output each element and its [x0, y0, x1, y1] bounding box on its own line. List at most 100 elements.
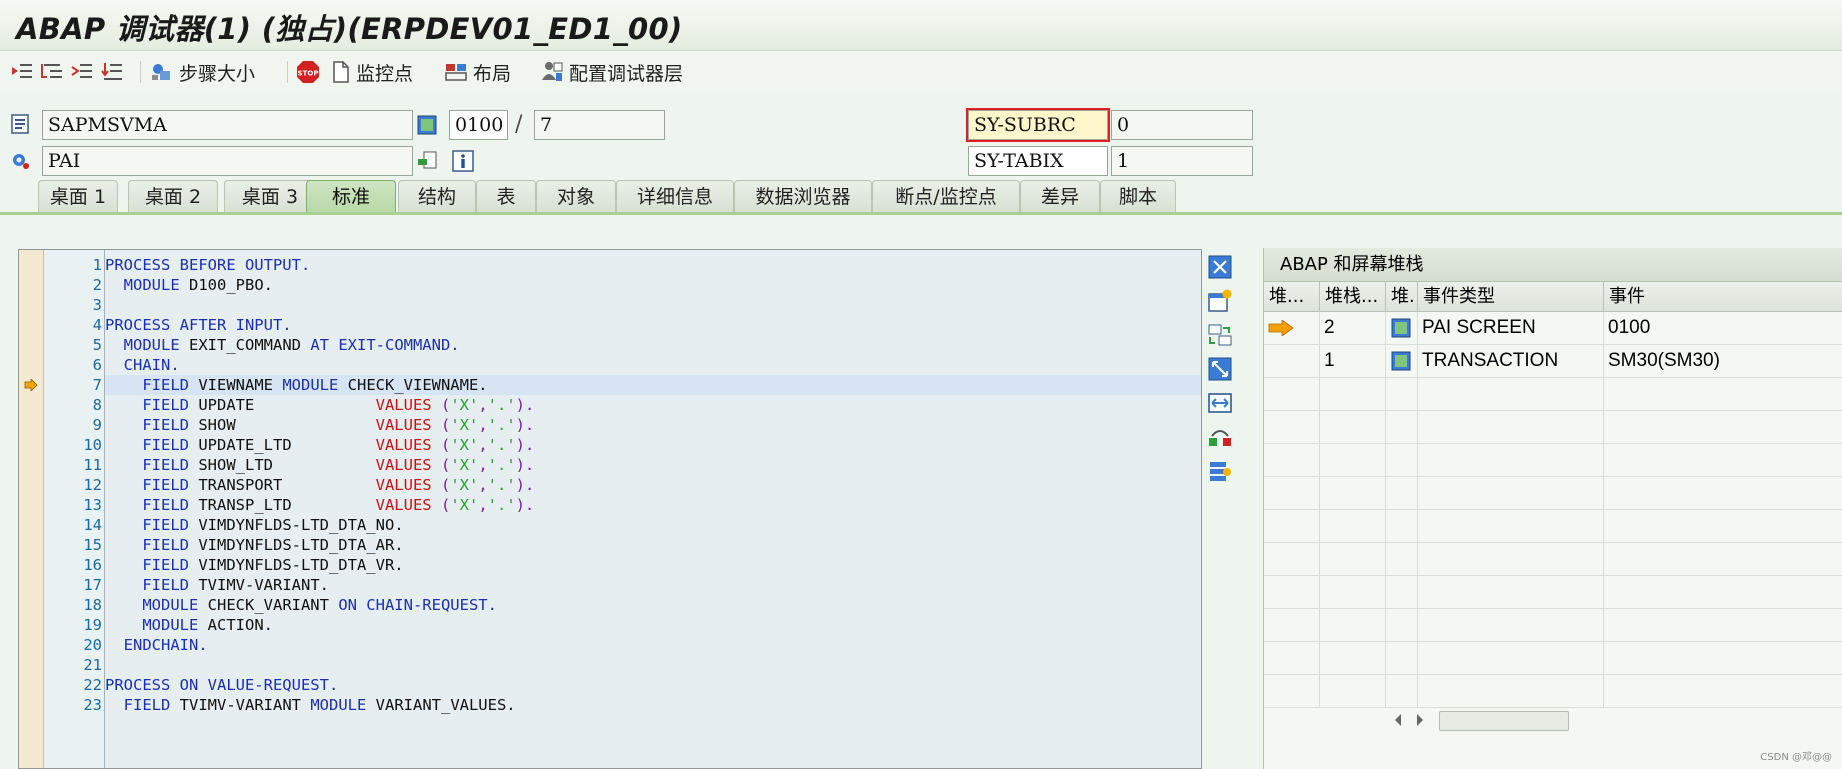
sysvar-value-tabix[interactable]: 1: [1111, 146, 1253, 176]
sysvar-name-subrc[interactable]: SY-SUBRC: [966, 108, 1110, 142]
code-line[interactable]: PROCESS ON VALUE-REQUEST.: [105, 675, 1201, 695]
tab-desktop-3[interactable]: 桌面 3: [224, 180, 316, 213]
code-line[interactable]: FIELD VIMDYNFLDS-LTD_DTA_NO.: [105, 515, 1201, 535]
tab-desktop-1[interactable]: 桌面 1: [38, 180, 118, 213]
step-into-button[interactable]: [10, 59, 34, 85]
stack-cell[interactable]: 2: [1320, 312, 1386, 345]
scroll-right-icon[interactable]: [1413, 710, 1427, 730]
event-field[interactable]: PAI: [42, 146, 413, 176]
code-line[interactable]: MODULE ACTION.: [105, 615, 1201, 635]
stack-cell[interactable]: TRANSACTION: [1418, 345, 1604, 378]
code-line[interactable]: FIELD VIMDYNFLDS-LTD_DTA_AR.: [105, 535, 1201, 555]
step-over-button[interactable]: [40, 59, 64, 85]
step-size-button[interactable]: 步骤大小: [150, 59, 255, 85]
column-header-event-type[interactable]: 事件类型: [1418, 282, 1604, 312]
stack-panel-title: ABAP 和屏幕堆栈: [1264, 248, 1842, 282]
stack-cell[interactable]: 0100: [1604, 312, 1842, 345]
column-header-type-icon[interactable]: 堆.: [1386, 282, 1418, 312]
code-line[interactable]: FIELD VIMDYNFLDS-LTD_DTA_VR.: [105, 555, 1201, 575]
empty-cell: [1386, 642, 1418, 675]
line-number-field[interactable]: 7: [534, 110, 665, 140]
code-line[interactable]: CHAIN.: [105, 355, 1201, 375]
code-line[interactable]: FIELD UPDATE_LTD VALUES ('X','.').: [105, 435, 1201, 455]
tab-diff[interactable]: 差异: [1020, 180, 1100, 213]
code-token: FIELD: [123, 696, 171, 714]
stack-cell[interactable]: [1264, 312, 1320, 345]
sysvar-value-subrc[interactable]: 0: [1111, 110, 1253, 140]
code-line[interactable]: FIELD TRANSP_LTD VALUES ('X','.').: [105, 495, 1201, 515]
tab-standard[interactable]: 标准: [306, 180, 396, 213]
code-line[interactable]: FIELD TVIMV-VARIANT.: [105, 575, 1201, 595]
code-line[interactable]: FIELD VIEWNAME MODULE CHECK_VIEWNAME.: [105, 375, 1201, 395]
tab-desktop-2[interactable]: 桌面 2: [128, 180, 218, 213]
code-line[interactable]: FIELD SHOW_LTD VALUES ('X','.').: [105, 455, 1201, 475]
info-icon[interactable]: [452, 150, 474, 172]
code-line[interactable]: FIELD UPDATE VALUES ('X','.').: [105, 395, 1201, 415]
new-tool-icon[interactable]: [1207, 288, 1233, 314]
code-line[interactable]: FIELD SHOW VALUES ('X','.').: [105, 415, 1201, 435]
tab-data-explorer[interactable]: 数据浏览器: [734, 180, 872, 213]
continue-button[interactable]: [100, 59, 124, 85]
tab-breakpoints-watchpoints[interactable]: 断点/监控点: [872, 180, 1020, 213]
empty-cell: [1418, 510, 1604, 543]
empty-cell: [1386, 444, 1418, 477]
resize-horizontal-icon[interactable]: [1207, 390, 1233, 416]
code-line[interactable]: FIELD TRANSPORT VALUES ('X','.').: [105, 475, 1201, 495]
scroll-left-icon[interactable]: [1391, 710, 1405, 730]
stack-cell[interactable]: 1: [1320, 345, 1386, 378]
tab-strip: 桌面 1 桌面 2 桌面 3 标准 结构 表 对象 详细信息 数据浏览器 断点/…: [0, 180, 1842, 214]
line-number: 18: [83, 596, 102, 614]
maximize-icon[interactable]: [1207, 356, 1233, 382]
empty-cell: [1320, 510, 1386, 543]
code-line[interactable]: ENDCHAIN.: [105, 635, 1201, 655]
stack-cell[interactable]: [1386, 345, 1418, 378]
tab-details[interactable]: 详细信息: [616, 180, 734, 213]
watchpoint-button[interactable]: 监控点: [331, 59, 413, 85]
stack-cell[interactable]: [1264, 345, 1320, 378]
empty-cell: [1604, 576, 1842, 609]
column-header-stack-depth[interactable]: 堆栈...: [1320, 282, 1386, 312]
stack-cell[interactable]: [1386, 312, 1418, 345]
tab-script[interactable]: 脚本: [1100, 180, 1176, 213]
step-return-button[interactable]: [70, 59, 94, 85]
tab-structure[interactable]: 结构: [398, 180, 476, 213]
code-line[interactable]: MODULE CHECK_VARIANT ON CHAIN-REQUEST.: [105, 595, 1201, 615]
sysvar-name-tabix[interactable]: SY-TABIX: [968, 146, 1108, 176]
stack-cell[interactable]: SM30(SM30): [1604, 345, 1842, 378]
code-token: (: [431, 396, 451, 414]
configure-layers-button[interactable]: 配置调试器层: [540, 59, 683, 85]
code-line[interactable]: FIELD TVIMV-VARIANT MODULE VARIANT_VALUE…: [105, 695, 1201, 715]
breakpoint-gutter[interactable]: [19, 250, 44, 768]
code-line[interactable]: MODULE D100_PBO.: [105, 275, 1201, 295]
source-code-editor[interactable]: PROCESS BEFORE OUTPUT. MODULE D100_PBO. P…: [18, 249, 1202, 769]
horizontal-scrollbar[interactable]: [1387, 709, 1842, 731]
code-line[interactable]: [105, 655, 1201, 675]
empty-cell: [1320, 576, 1386, 609]
program-field[interactable]: SAPMSVMA: [42, 110, 413, 140]
fullscreen-close-icon[interactable]: [1207, 254, 1233, 280]
code-line[interactable]: PROCESS AFTER INPUT.: [105, 315, 1201, 335]
tab-table[interactable]: 表: [476, 180, 536, 213]
tab-object[interactable]: 对象: [536, 180, 616, 213]
layout-button[interactable]: 布局: [444, 59, 511, 85]
code-token: PROCESS ON VALUE-REQUEST.: [105, 676, 339, 694]
screen-icon[interactable]: [416, 114, 438, 136]
code-line[interactable]: PROCESS BEFORE OUTPUT.: [105, 255, 1201, 275]
navigate-icon[interactable]: [416, 150, 438, 172]
screen-number-field[interactable]: 0100: [449, 110, 508, 140]
code-line[interactable]: [105, 295, 1201, 315]
line-number: 22: [83, 676, 102, 694]
column-header-level[interactable]: 堆...: [1264, 282, 1320, 312]
settings-tool-icon[interactable]: [1207, 458, 1233, 484]
toolbar-separator: [140, 61, 141, 83]
swap-tool-icon[interactable]: [1207, 322, 1233, 348]
column-header-event[interactable]: 事件: [1604, 282, 1842, 312]
code-token: (: [431, 496, 451, 514]
scrollbar-thumb[interactable]: [1439, 711, 1569, 731]
compare-icon[interactable]: [1207, 424, 1233, 450]
code-line[interactable]: MODULE EXIT_COMMAND AT EXIT-COMMAND.: [105, 335, 1201, 355]
stop-button[interactable]: STOP: [296, 59, 320, 85]
stack-cell[interactable]: PAI SCREEN: [1418, 312, 1604, 345]
